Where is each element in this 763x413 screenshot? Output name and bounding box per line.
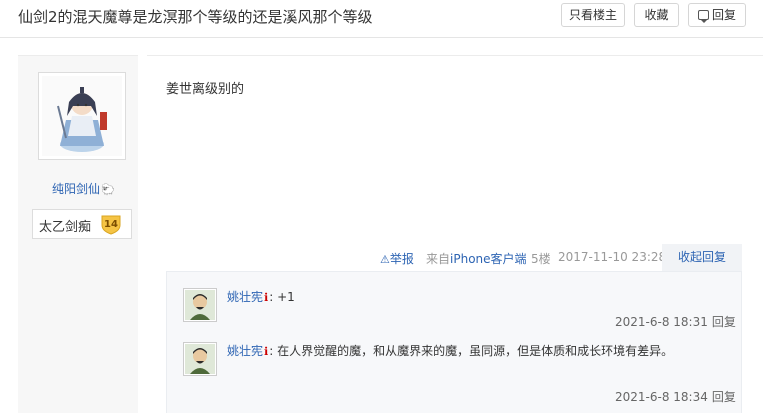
reply-username[interactable]: 姚壮宪 — [227, 290, 263, 304]
thread-header: 仙剑2的混天魔尊是龙溟那个等级的还是溪风那个等级 只看楼主 收藏 回复 — [0, 0, 763, 38]
reply-text-row: 姚壮宪ℹ: 在人界觉醒的魔，和从魔界来的魔，虽同源，但是体质和成长环境有差异。 — [227, 344, 674, 358]
reply-to-reply-link[interactable]: 回复 — [712, 390, 736, 404]
reply-content: 在人界觉醒的魔，和从魔界来的魔，虽同源，但是体质和成长环境有差异。 — [277, 344, 674, 358]
post-time: 2017-11-10 23:28 — [558, 250, 667, 264]
fold-replies-button[interactable]: 收起回复 — [662, 244, 742, 271]
reply-avatar[interactable] — [183, 288, 217, 322]
report-label: 举报 — [389, 252, 414, 266]
reply-button[interactable]: 回复 — [688, 3, 746, 27]
reply-time: 2021-6-8 18:31 — [615, 315, 708, 329]
author-avatar[interactable] — [38, 72, 126, 160]
author-username[interactable]: 纯阳剑仙🐑 — [52, 180, 115, 197]
vip-icon: ℹ — [264, 345, 269, 358]
member-badge-icon: 🐑 — [101, 183, 115, 196]
level-badge-icon: 14 — [101, 215, 121, 235]
reply-meta: 2021-6-8 18:34 回复 — [615, 388, 736, 405]
report-link[interactable]: ⚠举报 — [380, 250, 414, 267]
username-label: 纯阳剑仙 — [52, 182, 101, 196]
collect-button[interactable]: 收藏 — [634, 3, 679, 27]
reply-content: +1 — [277, 290, 295, 304]
post-content: 姜世离级别的 — [166, 82, 245, 97]
source-prefix: 来自 — [426, 252, 451, 266]
author-level[interactable]: 太乙剑痴 14 — [32, 209, 132, 239]
post-source: 来自iPhone客户端 — [426, 250, 527, 267]
reply-icon — [697, 10, 709, 23]
avatar-image — [185, 344, 215, 374]
vip-icon: ℹ — [264, 291, 269, 304]
reply-time: 2021-6-8 18:34 — [615, 390, 708, 404]
reply-username[interactable]: 姚壮宪 — [227, 344, 263, 358]
avatar-image — [42, 76, 122, 156]
floor-number: 5楼 — [531, 252, 551, 266]
warning-icon: ⚠ — [380, 253, 390, 266]
source-device-link[interactable]: iPhone客户端 — [450, 252, 527, 266]
reply-meta: 2021-6-8 18:31 回复 — [615, 313, 736, 330]
avatar-image — [185, 290, 215, 320]
level-name: 太乙剑痴 — [39, 220, 92, 235]
thread-title: 仙剑2的混天魔尊是龙溟那个等级的还是溪风那个等级 — [18, 8, 373, 26]
only-louzhu-button[interactable]: 只看楼主 — [561, 3, 625, 27]
reply-to-reply-link[interactable]: 回复 — [712, 315, 736, 329]
reply-text-row: 姚壮宪ℹ: +1 — [227, 290, 295, 304]
reply-avatar[interactable] — [183, 342, 217, 376]
reply-button-label: 回复 — [711, 8, 736, 22]
level-number: 14 — [104, 219, 118, 230]
